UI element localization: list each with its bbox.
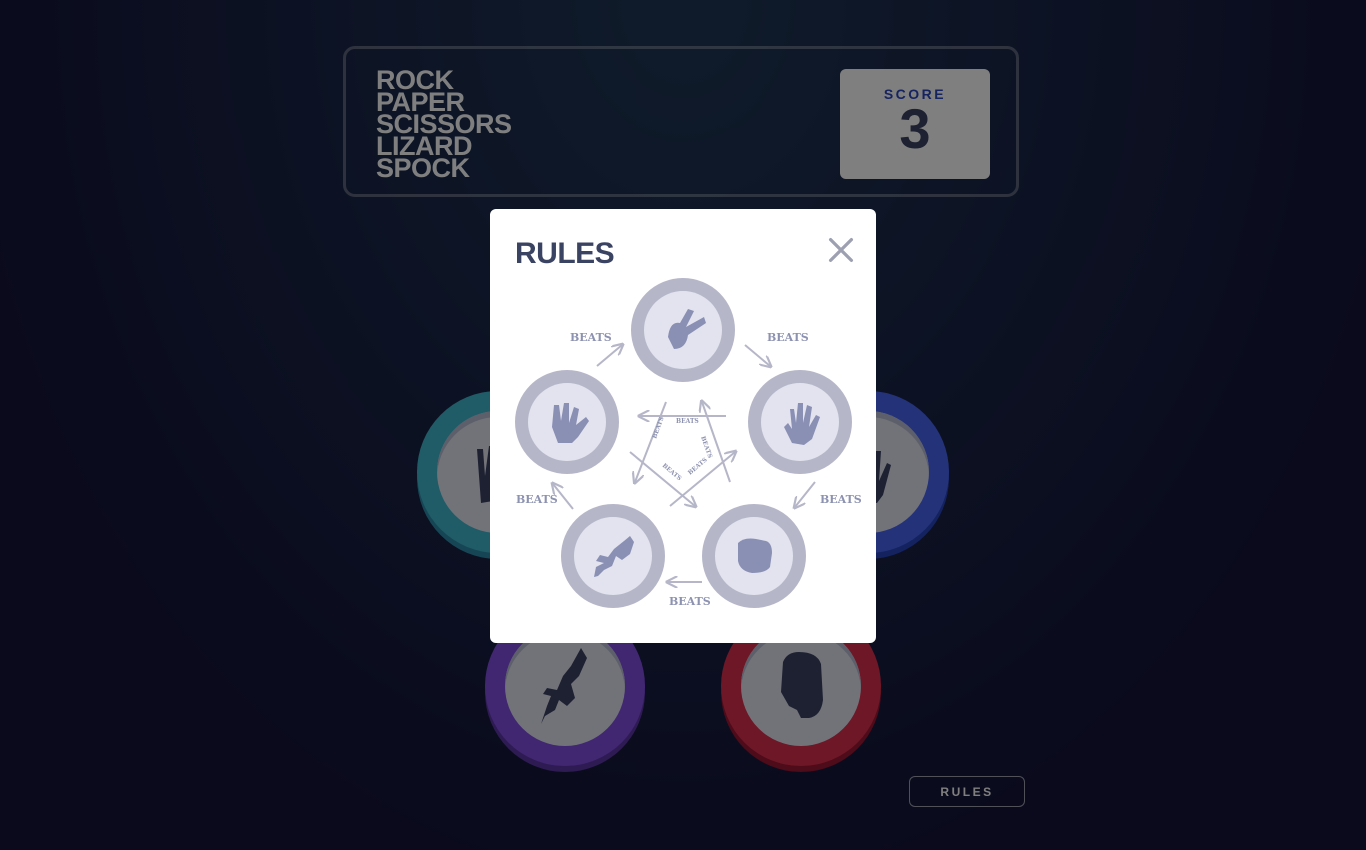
beats-label-inner-left: BEATS — [651, 416, 665, 440]
beats-label-lizard-spock: BEATS — [516, 493, 558, 506]
beats-label-inner-right: BEATS — [699, 435, 713, 459]
rules-diagram: BEATS BEATS BEATS BEATS BEATS BEATS BEAT… — [515, 278, 862, 608]
diagram-scissors-token — [631, 278, 735, 382]
diagram-lizard-token — [561, 504, 665, 608]
beats-label-paper-rock: BEATS — [820, 493, 862, 506]
diagram-rock-token — [702, 504, 806, 608]
beats-label-inner-bottom-right: BEATS — [687, 457, 709, 477]
beats-label-spock-scissors: BEATS — [570, 331, 612, 344]
rock-icon — [738, 538, 772, 573]
diagram-spock-token — [515, 370, 619, 474]
beats-label-rock-lizard: BEATS — [669, 595, 711, 608]
beats-label-inner-top: BEATS — [676, 418, 699, 425]
beats-label-scissors-paper: BEATS — [767, 331, 809, 344]
rules-modal: Rules — [490, 209, 876, 643]
diagram-paper-token — [748, 370, 852, 474]
